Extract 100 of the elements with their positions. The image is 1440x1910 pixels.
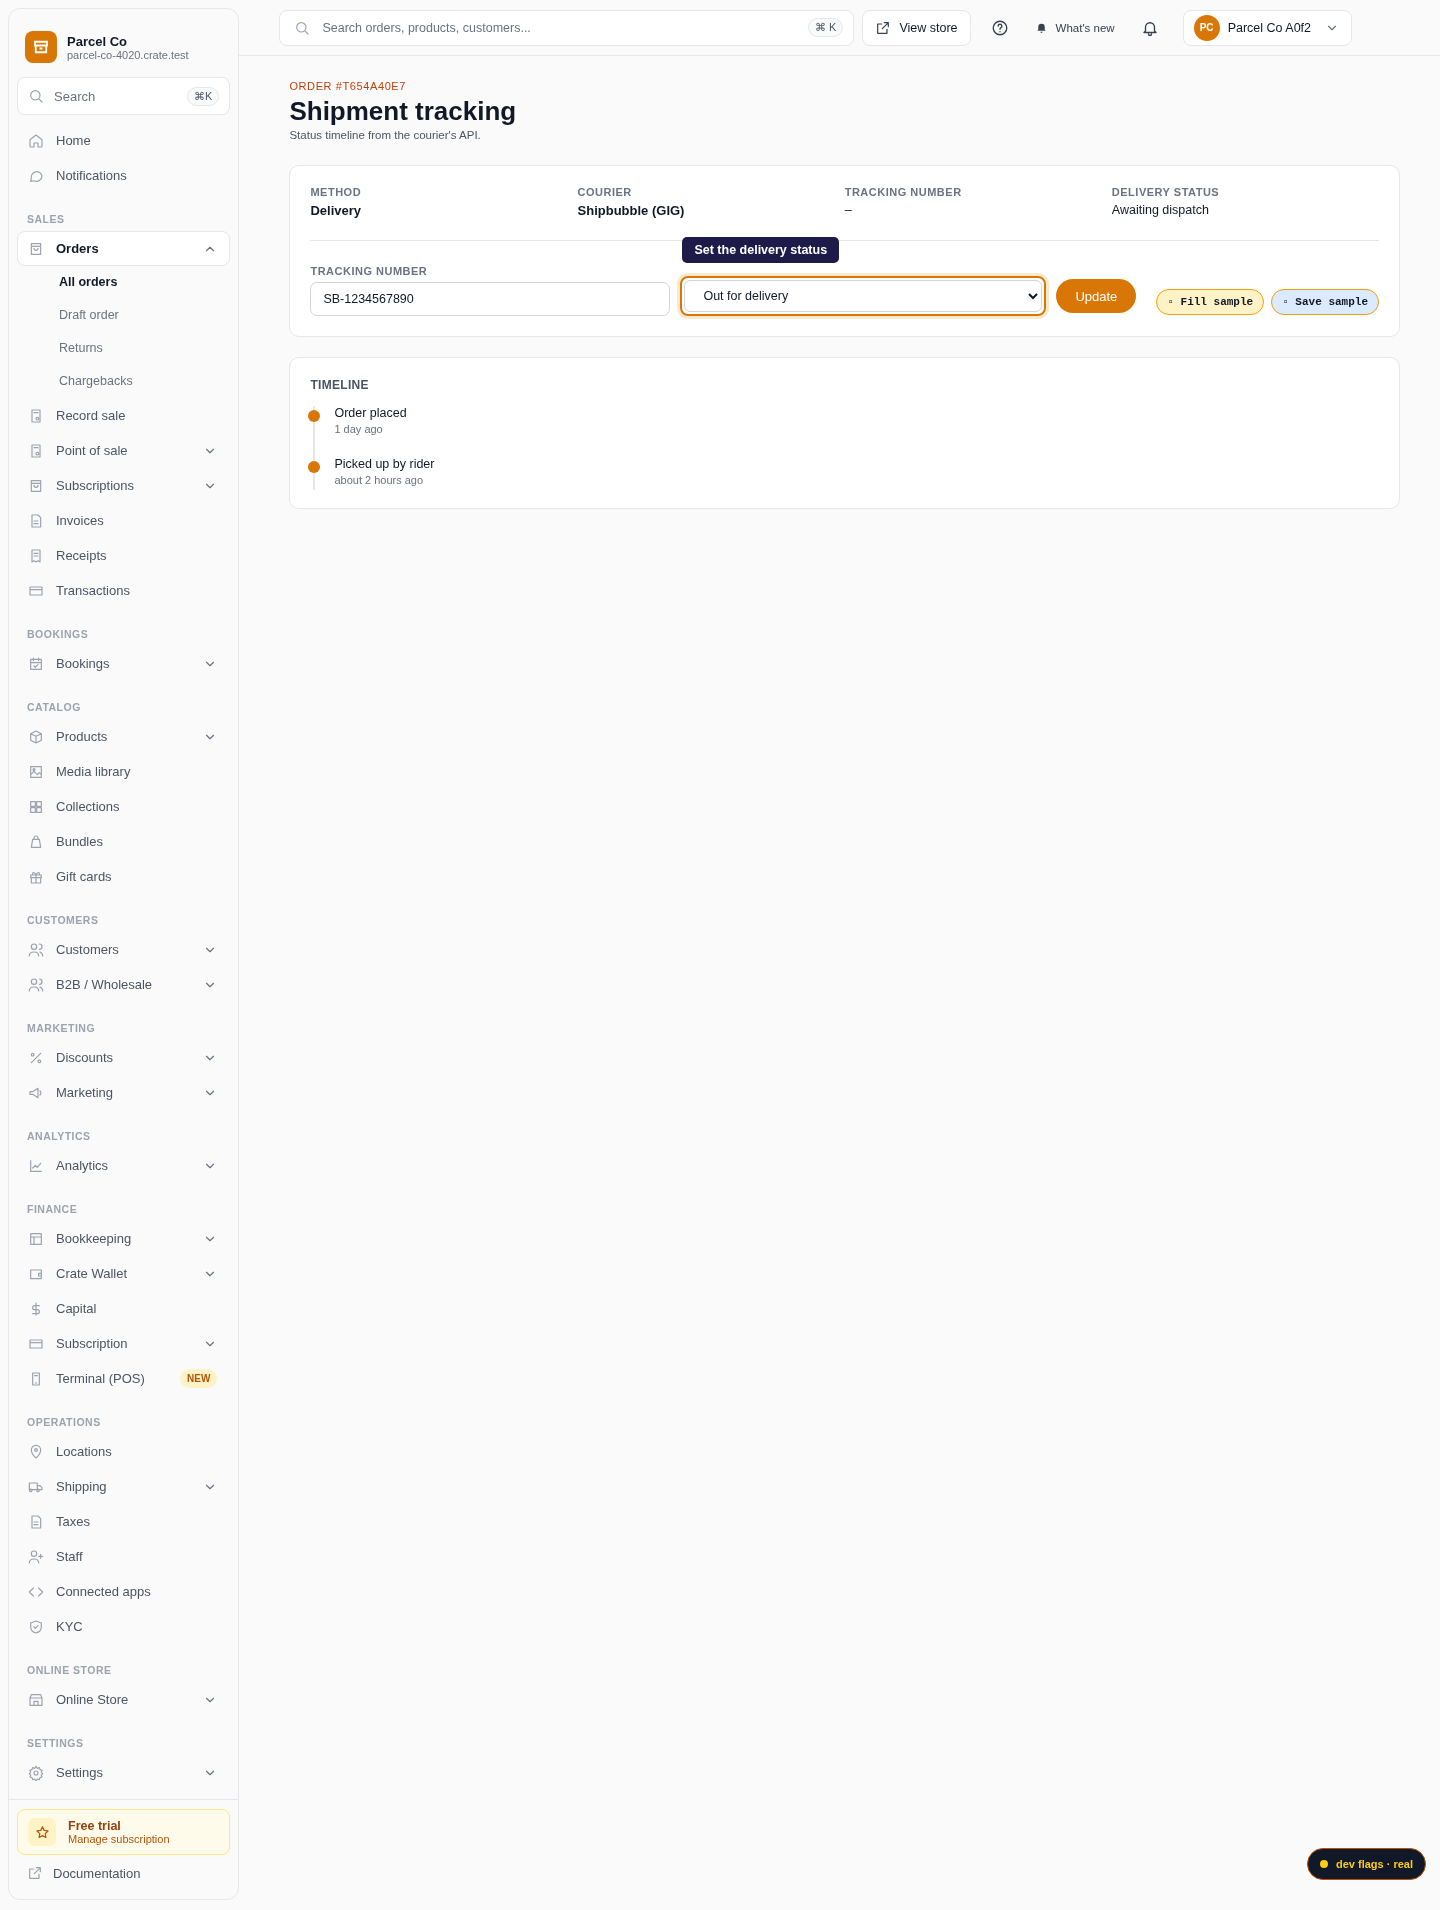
sidebar-item[interactable]: Point of sale (17, 433, 231, 468)
timeline-dot (308, 410, 321, 422)
people-icon (28, 976, 44, 993)
sidebar-item[interactable]: Receipts (17, 538, 231, 573)
section-heading: FINANCE (26, 1202, 79, 1217)
sidebar-item[interactable]: Crate Wallet (17, 1256, 231, 1291)
view-store-button[interactable]: View store (862, 9, 971, 46)
sidebar-item[interactable]: Taxes (17, 1504, 231, 1539)
field-label: DELIVERY STATUS (1111, 186, 1221, 198)
avatar: PC (1193, 14, 1220, 41)
image-icon (28, 763, 44, 780)
search-icon (28, 88, 44, 104)
timeline-dot (308, 461, 321, 473)
tooltip: Set the delivery status (682, 237, 840, 263)
sidebar-item[interactable]: Online Store (17, 1682, 231, 1717)
sidebar-item[interactable]: Collections (17, 789, 231, 824)
sidebar-item[interactable]: Transactions (17, 573, 231, 608)
submenu-item[interactable]: Chargebacks (17, 365, 231, 398)
location-pin-icon (28, 1443, 44, 1460)
field-label: COURIER (577, 186, 633, 198)
people-icon (28, 941, 44, 958)
sidebar-item[interactable]: Notifications (17, 158, 231, 193)
sample-button[interactable]: ▫ Save sample (1271, 289, 1379, 315)
sidebar-item[interactable]: Media library (17, 754, 231, 789)
whats-new-button[interactable]: What's new (1028, 10, 1121, 45)
field-value: Awaiting dispatch (1111, 203, 1210, 217)
event-time: about 2 hours ago (334, 474, 425, 486)
search-field[interactable]: Search orders, products, customers... ⌘ K (279, 9, 855, 46)
event-time: 1 day ago (334, 423, 384, 435)
account-menu[interactable]: PC Parcel Co A0f2 (1182, 9, 1353, 46)
search-field[interactable]: Search ⌘K (17, 77, 231, 115)
shortcut-hint: ⌘K (187, 86, 220, 106)
submenu-item[interactable]: Returns (17, 332, 231, 365)
sidebar-item[interactable]: Terminal (POS) NEW (17, 1361, 231, 1396)
field-label: TRACKING NUMBER (844, 186, 963, 198)
bell-icon (1034, 21, 1048, 34)
dev-flags-pill[interactable]: dev flags · real (1307, 1848, 1427, 1880)
sidebar-item[interactable]: Products (17, 719, 231, 754)
sidebar-item[interactable]: Invoices (17, 503, 231, 538)
sidebar-item[interactable]: B2B / Wholesale (17, 967, 231, 1002)
external-link-icon (875, 19, 892, 36)
field-value: Delivery (310, 203, 362, 218)
field-value: Shipbubble (GIG) (577, 203, 686, 218)
line-chart-icon (28, 1157, 44, 1174)
shortcut-hint: ⌘ K (808, 18, 844, 37)
sidebar-item[interactable]: KYC (17, 1609, 231, 1644)
sidebar-item[interactable]: Connected apps (17, 1574, 231, 1609)
sidebar-item[interactable]: Customers (17, 932, 231, 967)
sidebar-item[interactable]: Settings (17, 1755, 231, 1790)
sample-button[interactable]: ▫ Fill sample (1156, 289, 1265, 315)
tracking-number-input[interactable]: SB-1234567890 (310, 282, 671, 316)
submenu-item[interactable]: All orders (17, 266, 231, 299)
dev-flags-label: dev flags · real (1336, 1858, 1414, 1870)
section-heading: TIMELINE (310, 378, 370, 392)
section-heading: ANALYTICS (26, 1129, 92, 1144)
shopping-bag-icon (28, 477, 44, 494)
section-heading: MARKETING (26, 1021, 97, 1036)
sidebar-item[interactable]: Bundles (17, 824, 231, 859)
documentation-link[interactable]: Documentation (17, 1855, 231, 1891)
page-title: Shipment tracking (289, 96, 518, 127)
store-domain: parcel-co-4020.crate.test (67, 48, 189, 61)
ledger-icon (28, 1230, 44, 1247)
sidebar-item[interactable]: Marketing (17, 1075, 231, 1110)
delivery-status-select[interactable]: Out for delivery (684, 280, 1043, 312)
submenu-item[interactable]: Draft order (17, 299, 231, 332)
shield-check-icon (28, 1618, 44, 1635)
bundle-icon (28, 833, 44, 850)
trial-link[interactable]: Manage subscription (68, 1833, 170, 1845)
sidebar-item[interactable]: Staff (17, 1539, 231, 1574)
section-heading: ONLINE STORE (26, 1663, 113, 1678)
field-label: METHOD (310, 186, 363, 198)
sidebar-item[interactable]: Subscription (17, 1326, 231, 1361)
house-icon (28, 132, 44, 149)
sidebar-item[interactable]: Discounts (17, 1040, 231, 1075)
sidebar-item[interactable]: Bookkeeping (17, 1221, 231, 1256)
sidebar-item[interactable]: Record sale (17, 398, 231, 433)
sidebar-item[interactable]: Shipping (17, 1469, 231, 1504)
trial-card[interactable]: Free trial Manage subscription (17, 1809, 231, 1855)
section-heading: SETTINGS (26, 1736, 85, 1751)
store-logo (25, 31, 57, 63)
sidebar-item[interactable]: Bookings (17, 646, 231, 681)
storefront-icon (28, 1691, 44, 1708)
event-title: Order placed (334, 406, 407, 420)
section-heading: SALES (26, 212, 66, 227)
sidebar-item[interactable]: Orders (17, 231, 231, 266)
section-heading: BOOKINGS (26, 627, 90, 642)
sidebar-item[interactable]: Capital (17, 1291, 231, 1326)
sidebar-item[interactable]: Gift cards (17, 859, 231, 894)
settings-icon (28, 1764, 44, 1781)
new-badge: NEW (180, 1369, 218, 1388)
sidebar-item[interactable]: Home (17, 123, 231, 158)
section-heading: OPERATIONS (26, 1415, 102, 1430)
sidebar-item[interactable]: Analytics (17, 1148, 231, 1183)
field-label: TRACKING NUMBER (310, 265, 429, 277)
external-link-icon (27, 1865, 43, 1881)
sidebar-item[interactable]: Subscriptions (17, 468, 231, 503)
search-placeholder: Search (54, 88, 97, 104)
field-value: – (844, 203, 853, 217)
receipt-icon (28, 547, 44, 564)
sidebar-item[interactable]: Locations (17, 1434, 231, 1469)
